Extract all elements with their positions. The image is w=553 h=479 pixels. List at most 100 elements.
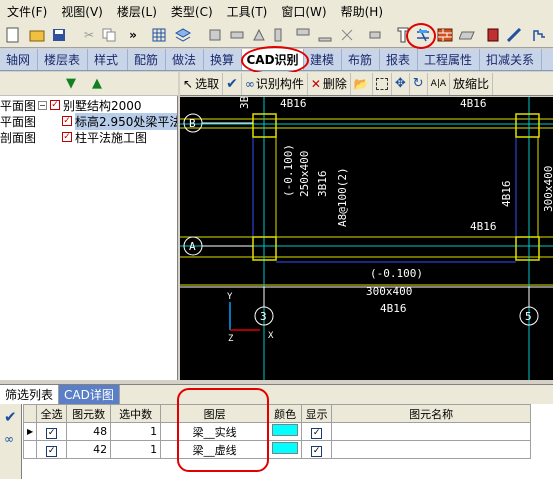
menu-view[interactable]: 视图(V) bbox=[54, 3, 110, 20]
menu-floor[interactable]: 楼层(L) bbox=[110, 3, 164, 20]
new-file-icon[interactable] bbox=[4, 26, 22, 44]
grid-icon[interactable] bbox=[150, 26, 168, 44]
confirm-button[interactable]: ✔ bbox=[223, 72, 242, 95]
visible-checkbox[interactable]: ✓ bbox=[311, 445, 323, 457]
menu-file[interactable]: 文件(F) bbox=[0, 3, 54, 20]
box-select-button[interactable] bbox=[373, 72, 392, 95]
copy-icon[interactable] bbox=[100, 26, 118, 44]
open-folder-icon[interactable] bbox=[28, 26, 46, 44]
identify-component-button[interactable]: ∞ 识别构件 bbox=[242, 72, 308, 95]
tab-convert[interactable]: 换算 bbox=[204, 49, 242, 70]
menubar: 文件(F) 视图(V) 楼层(L) 类型(C) 工具(T) 窗口(W) 帮助(H… bbox=[0, 0, 553, 22]
layers-icon[interactable] bbox=[174, 26, 192, 44]
col-color: 颜色 bbox=[268, 404, 303, 423]
tool-icon-8[interactable] bbox=[366, 26, 384, 44]
delete-button[interactable]: ✕ 删除 bbox=[308, 72, 351, 95]
tab-floors[interactable]: 楼层表 bbox=[38, 49, 88, 70]
row-checkbox[interactable]: ✓ bbox=[36, 440, 68, 459]
apply-check-icon[interactable]: ✔ bbox=[4, 408, 17, 426]
move-up-icon[interactable]: ▲ bbox=[92, 76, 102, 91]
cell-name bbox=[331, 440, 532, 459]
tab-method[interactable]: 做法 bbox=[166, 49, 204, 70]
cut-icon[interactable]: ✂ bbox=[80, 26, 98, 44]
visible-checkbox[interactable]: ✓ bbox=[311, 427, 323, 439]
menu-tools[interactable]: 工具(T) bbox=[220, 3, 275, 20]
tool-icon-6[interactable] bbox=[316, 26, 334, 44]
ucs-z-label: Z bbox=[228, 334, 234, 344]
tool-icon-2[interactable] bbox=[228, 26, 246, 44]
menu-type[interactable]: 类型(C) bbox=[164, 3, 220, 20]
tab-grid[interactable]: 轴网 bbox=[0, 49, 38, 70]
section-text: 250x400 bbox=[298, 151, 311, 197]
tree-item[interactable]: 剖面图 ✓ 柱平法施工图 bbox=[0, 129, 147, 145]
door-icon[interactable] bbox=[484, 26, 502, 44]
tool-icon-3[interactable] bbox=[250, 26, 268, 44]
check-icon: ✔ bbox=[226, 75, 238, 92]
tree-item[interactable]: 平面图 ✓ 标高2.950处梁平法 bbox=[0, 112, 177, 130]
color-swatch[interactable] bbox=[272, 442, 299, 454]
tab-rebar-layout[interactable]: 布筋 bbox=[342, 49, 380, 70]
main-toolbar: ✂ » bbox=[0, 22, 553, 48]
tab-project-props[interactable]: 工程属性 bbox=[418, 49, 480, 70]
tree-root[interactable]: 平面图 − ✓ 别墅结构2000 bbox=[0, 97, 142, 113]
open-button[interactable]: 📂 bbox=[351, 72, 373, 95]
table-header-row: 全选 图元数 选中数 图层 颜色 显示 图元名称 bbox=[22, 404, 532, 423]
section-text: 300x400 bbox=[542, 166, 553, 212]
tool-icon-4[interactable] bbox=[272, 26, 290, 44]
cell-visible[interactable]: ✓ bbox=[301, 440, 333, 459]
tree-checkbox[interactable]: ✓ bbox=[62, 132, 72, 142]
table-row[interactable]: ▶ ✓ 48 1 梁__实线 ✓ bbox=[22, 422, 532, 441]
tool-icon-5[interactable] bbox=[294, 26, 312, 44]
tab-deduction[interactable]: 扣减关系 bbox=[480, 49, 542, 70]
checkbox[interactable]: ✓ bbox=[46, 445, 58, 457]
rebar-text: 3B16 bbox=[238, 97, 251, 109]
move-down-icon[interactable]: ▼ bbox=[66, 76, 76, 91]
col-select-all[interactable]: 全选 bbox=[36, 404, 68, 423]
tab-style[interactable]: 样式 bbox=[88, 49, 128, 70]
color-swatch[interactable] bbox=[272, 424, 299, 436]
zoom-label: 放缩比 bbox=[453, 77, 490, 91]
table-row[interactable]: ✓ 42 1 梁__虚线 ✓ bbox=[22, 440, 532, 459]
menu-help[interactable]: 帮助(H) bbox=[334, 3, 390, 20]
cad-drawing: B A 3 5 4B16 4B16 3B16 (-0.100) 250x400 … bbox=[180, 97, 553, 380]
beam-icon[interactable] bbox=[506, 26, 524, 44]
delete-label: 删除 bbox=[322, 77, 347, 91]
menu-window[interactable]: 窗口(W) bbox=[274, 3, 333, 20]
tree-checkbox[interactable]: ✓ bbox=[62, 116, 72, 126]
mirror-button[interactable]: A|A bbox=[428, 72, 451, 95]
cell-color[interactable] bbox=[268, 440, 303, 459]
tab-reinforcement[interactable]: 配筋 bbox=[128, 49, 166, 70]
wall-icon[interactable] bbox=[436, 26, 454, 44]
collapse-icon[interactable]: − bbox=[38, 100, 47, 110]
tab-modeling[interactable]: 建模 bbox=[304, 49, 342, 70]
save-icon[interactable] bbox=[50, 26, 68, 44]
rebar-text: 3B16 bbox=[316, 171, 329, 198]
cell-visible[interactable]: ✓ bbox=[301, 422, 333, 441]
slab-icon[interactable] bbox=[458, 26, 476, 44]
cell-color[interactable] bbox=[268, 422, 303, 441]
tree-checkbox[interactable]: ✓ bbox=[50, 100, 60, 110]
zoom-button[interactable]: 放缩比 bbox=[450, 72, 494, 95]
pan-button[interactable]: ✥ bbox=[392, 72, 410, 95]
tree-item-label: 柱平法施工图 bbox=[75, 130, 148, 145]
tab-report[interactable]: 报表 bbox=[380, 49, 418, 70]
col-visible: 显示 bbox=[301, 404, 333, 423]
rebar-text: 4B16 bbox=[460, 97, 487, 110]
select-button[interactable]: ↖ 选取 bbox=[180, 72, 224, 95]
stirrup-text: A8@100(2) bbox=[336, 167, 349, 227]
tab-filter-list[interactable]: 筛选列表 bbox=[0, 385, 60, 404]
more-chevron-icon[interactable]: » bbox=[124, 26, 142, 44]
axis-label: A bbox=[189, 240, 196, 253]
cad-toolbar: ↖ 选取 ✔ ∞ 识别构件 ✕ 删除 📂 ✥ ↻ A|A 放缩比 bbox=[180, 72, 553, 96]
cad-canvas[interactable]: B A 3 5 4B16 4B16 3B16 (-0.100) 250x400 … bbox=[180, 97, 553, 380]
stair-icon[interactable] bbox=[530, 26, 548, 44]
glasses-icon[interactable]: ∞ bbox=[4, 432, 14, 446]
select-label: 选取 bbox=[195, 77, 220, 91]
row-checkbox[interactable]: ✓ bbox=[36, 422, 68, 441]
tree-item-label: 标高2.950处梁平法 bbox=[75, 112, 177, 130]
tool-icon-7[interactable] bbox=[338, 26, 356, 44]
checkbox[interactable]: ✓ bbox=[46, 427, 58, 439]
tool-icon-1[interactable] bbox=[206, 26, 224, 44]
tab-cad-detail[interactable]: CAD详图 bbox=[59, 385, 120, 404]
rotate-button[interactable]: ↻ bbox=[410, 72, 428, 95]
